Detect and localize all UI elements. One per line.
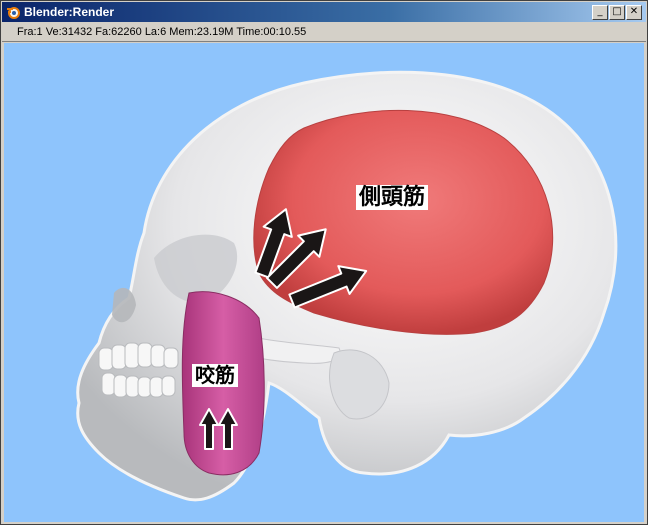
blender-logo-icon bbox=[7, 7, 20, 19]
render-status-bar: Fra:1 Ve:31432 Fa:62260 La:6 Mem:23.19M … bbox=[2, 23, 646, 42]
maximize-button[interactable]: □ bbox=[609, 5, 625, 20]
window-title: Blender:Render bbox=[24, 5, 115, 19]
render-stats: Fra:1 Ve:31432 Fa:62260 La:6 Mem:23.19M … bbox=[17, 26, 307, 38]
maximize-icon: □ bbox=[612, 6, 622, 17]
minimize-button[interactable]: _ bbox=[592, 5, 608, 20]
temporalis-label: 側頭筋 bbox=[356, 185, 429, 211]
masseter-label: 咬筋 bbox=[192, 364, 238, 387]
title-bar[interactable]: Blender:Render _ □ ✕ bbox=[2, 2, 646, 22]
close-icon: ✕ bbox=[629, 6, 639, 17]
rendered-image bbox=[76, 70, 618, 502]
render-viewport[interactable]: 側頭筋 咬筋 bbox=[4, 43, 644, 522]
close-button[interactable]: ✕ bbox=[626, 5, 642, 20]
render-window: Blender:Render _ □ ✕ Fra:1 Ve:31432 Fa:6… bbox=[0, 0, 648, 525]
minimize-icon: _ bbox=[597, 6, 603, 17]
